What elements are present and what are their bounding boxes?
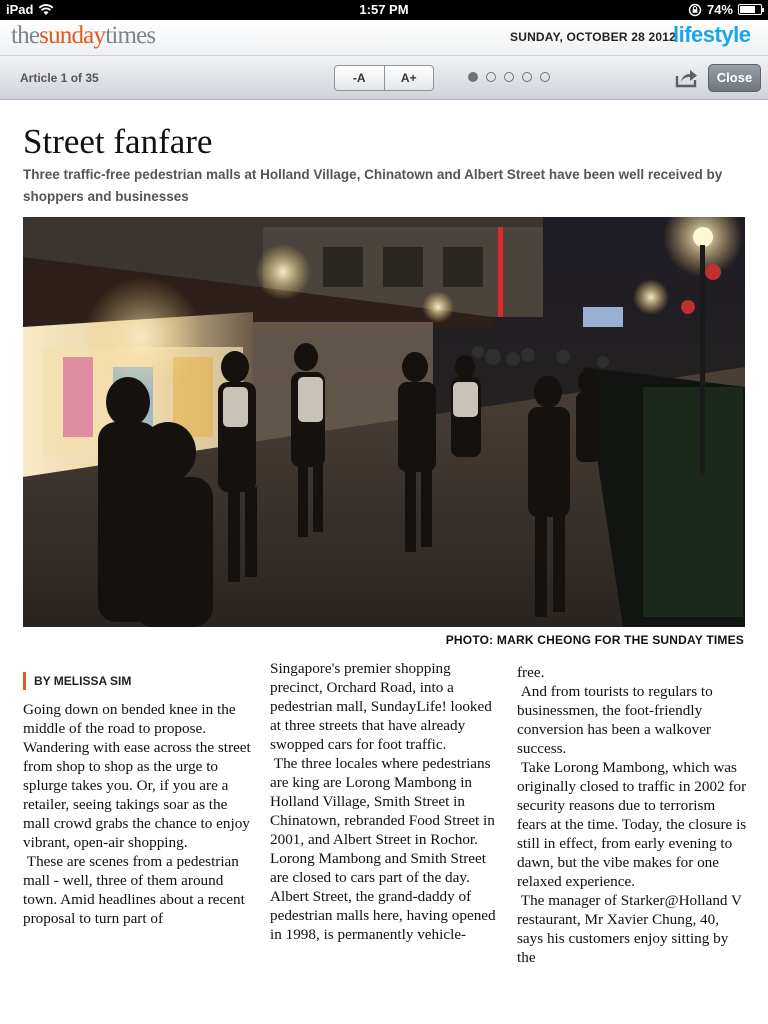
share-icon[interactable] — [674, 68, 698, 88]
paragraph-text: And from tourists to regulars to busines… — [517, 683, 713, 757]
font-increase-button[interactable]: A+ — [383, 66, 434, 90]
masthead: thesundaytimes SUNDAY, OCTOBER 28 2012 l… — [0, 20, 768, 56]
page-dot[interactable] — [504, 72, 514, 82]
article-column-1: Going down on bended knee in the middle … — [23, 700, 251, 928]
paragraph: The three locales where pedestrians are … — [270, 754, 498, 944]
battery-percent: 74% — [706, 2, 733, 17]
rotation-lock-icon — [688, 3, 702, 16]
font-decrease-button[interactable]: -A — [335, 66, 384, 90]
article-column-2: Singapore's premier shopping precinct, O… — [270, 659, 498, 944]
section-title: lifestyle — [673, 22, 751, 47]
battery-icon — [738, 4, 764, 15]
paragraph: These are scenes from a pedestrian mall … — [23, 852, 251, 928]
paragraph: And from tourists to regulars to busines… — [517, 682, 747, 758]
clock: 1:57 PM — [359, 2, 409, 17]
close-button[interactable]: Close — [708, 64, 761, 92]
street-scene-illustration — [23, 217, 745, 627]
paragraph: Take Lorong Mambong, which was originall… — [517, 758, 747, 891]
byline: BY MELISSA SIM — [23, 672, 131, 690]
paragraph: free. — [517, 664, 545, 681]
paragraph-text: Take Lorong Mambong, which was originall… — [517, 759, 747, 890]
page-dot[interactable] — [522, 72, 532, 82]
paragraph: Going down on bended knee in the middle … — [23, 701, 251, 851]
page-dot[interactable] — [468, 72, 478, 82]
paragraph-text: The manager of Starker@Holland V restaur… — [517, 892, 742, 966]
font-size-control: -A A+ — [334, 65, 434, 91]
page-indicator — [468, 72, 550, 82]
newspaper-logo: thesundaytimes — [11, 22, 156, 50]
article-photo — [23, 217, 745, 627]
article-headline: Street fanfare — [23, 122, 213, 161]
article-column-3: free. And from tourists to regulars to b… — [517, 663, 747, 967]
logo-times: times — [105, 22, 156, 49]
photo-credit: PHOTO: MARK CHEONG FOR THE SUNDAY TIMES — [445, 633, 744, 647]
page-dot[interactable] — [540, 72, 550, 82]
paragraph: The manager of Starker@Holland V restaur… — [517, 891, 747, 967]
reader-toolbar: Article 1 of 35 -A A+ Close — [0, 56, 768, 100]
paragraph-text: The three locales where pedestrians are … — [270, 755, 496, 943]
issue-date: SUNDAY, OCTOBER 28 2012 — [510, 30, 677, 44]
page-dot[interactable] — [486, 72, 496, 82]
article-standfirst: Three traffic-free pedestrian malls at H… — [23, 167, 723, 204]
logo-the: the — [11, 22, 40, 49]
article-position: Article 1 of 35 — [20, 71, 99, 85]
logo-sunday: sunday — [39, 22, 106, 49]
paragraph: Singapore's premier shopping precinct, O… — [270, 660, 492, 753]
status-bar: iPad 1:57 PM 74% — [0, 0, 768, 20]
paragraph-text: These are scenes from a pedestrian mall … — [23, 853, 245, 927]
battery-fill — [740, 6, 755, 13]
